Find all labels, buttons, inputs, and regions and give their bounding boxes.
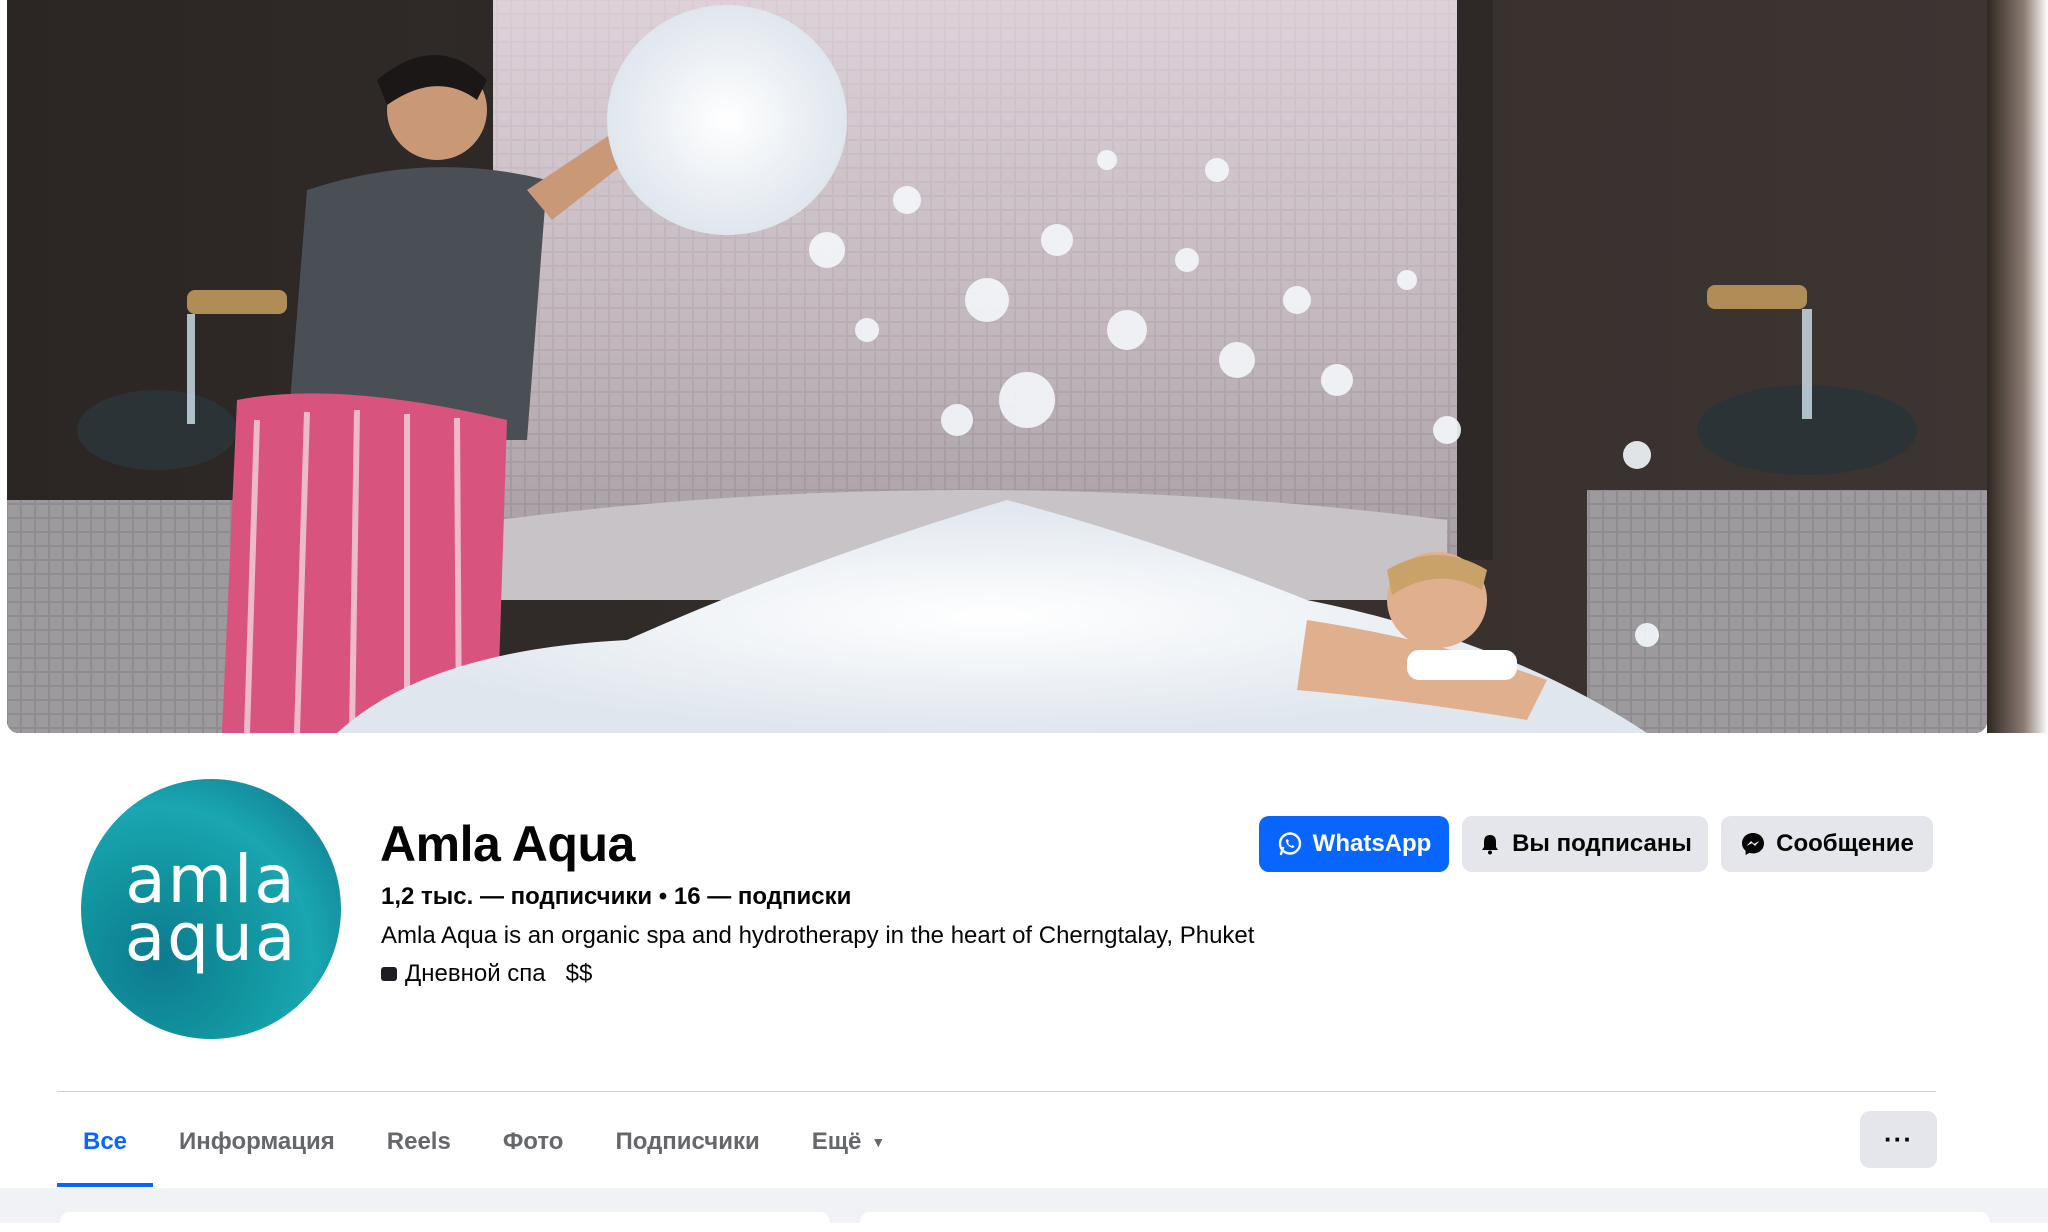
category-icon (381, 967, 397, 981)
logo-line-2: aqua (124, 899, 298, 976)
tab-info[interactable]: Информация (153, 1097, 361, 1187)
profile-avatar[interactable]: amla aqua (76, 774, 346, 1044)
messenger-icon (1742, 833, 1765, 855)
subscribed-button-label: Вы подписаны (1512, 830, 1692, 857)
intro-card (60, 1212, 830, 1232)
bell-icon (1482, 835, 1499, 855)
cover-edge-gradient (1987, 0, 2048, 733)
tab-label: Все (83, 1128, 128, 1155)
whatsapp-icon (1278, 832, 1301, 856)
posts-card (860, 1212, 1990, 1232)
message-button[interactable]: Сообщение (1721, 816, 1933, 872)
tab-label: Ещё (811, 1128, 862, 1155)
subscribed-button[interactable]: Вы подписаны (1462, 816, 1708, 872)
tab-label: Информация (179, 1128, 335, 1155)
profile-tabs: Все Информация Reels Фото Подписчики Ещё… (57, 1097, 911, 1187)
tab-reels[interactable]: Reels (361, 1097, 477, 1187)
whatsapp-button[interactable]: WhatsApp (1259, 816, 1449, 872)
category-label: Дневной спа (405, 960, 546, 987)
profile-divider (57, 1091, 1936, 1092)
follower-stats[interactable]: 1,2 тыс. — подписчики • 16 — подписки (381, 883, 851, 911)
tab-more[interactable]: Ещё ▼ (786, 1097, 911, 1187)
page-category: Дневной спа $$ (381, 960, 592, 988)
cover-photo[interactable] (7, 0, 1987, 733)
page-description: Amla Aqua is an organic spa and hydrothe… (381, 922, 1255, 949)
tab-followers[interactable]: Подписчики (589, 1097, 785, 1187)
tab-label: Фото (502, 1128, 564, 1155)
amla-aqua-logo: amla aqua (81, 779, 341, 1039)
tab-label: Подписчики (615, 1128, 760, 1155)
tab-all[interactable]: Все (57, 1097, 154, 1187)
tab-label: Reels (386, 1128, 451, 1155)
spa-scene-illustration (7, 0, 1987, 733)
price-range: $$ (565, 960, 593, 987)
caret-down-icon: ▼ (871, 1134, 886, 1150)
page-title: Amla Aqua (380, 816, 635, 872)
ellipsis-icon: ··· (1884, 1124, 1913, 1154)
message-button-label: Сообщение (1776, 830, 1914, 857)
tab-photos[interactable]: Фото (477, 1097, 590, 1187)
more-options-button[interactable]: ··· (1860, 1111, 1937, 1168)
whatsapp-button-label: WhatsApp (1312, 830, 1432, 857)
